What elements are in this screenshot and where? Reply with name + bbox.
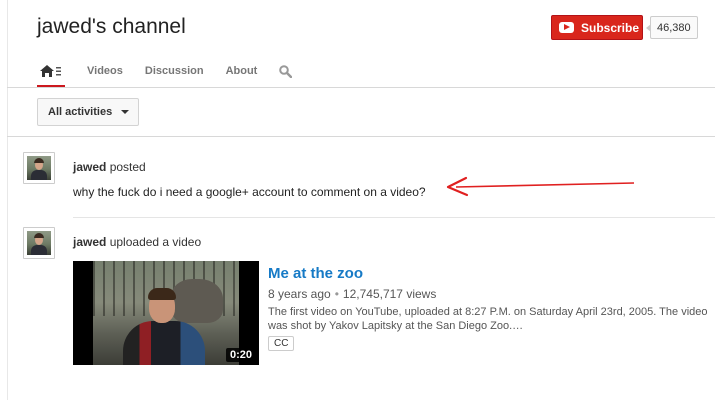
left-border [7, 0, 8, 400]
arrow-annotation-icon [446, 176, 635, 197]
video-thumbnail[interactable]: 0:20 [73, 261, 259, 365]
activities-filter-dropdown[interactable]: All activities [37, 98, 139, 126]
tab-search[interactable] [279, 65, 293, 83]
feed-item-divider [73, 217, 715, 218]
filter-divider [7, 136, 715, 137]
post-author-link[interactable]: jawed [73, 160, 106, 174]
thumbnail-image [93, 261, 239, 365]
tab-discussion[interactable]: Discussion [145, 65, 204, 77]
activities-filter-label: All activities [48, 106, 113, 118]
post-header: jawed posted [73, 160, 146, 174]
avatar-image [27, 156, 51, 180]
meta-separator: • [334, 287, 339, 301]
avatar[interactable] [23, 227, 55, 259]
search-icon [279, 65, 293, 79]
upload-action: uploaded a video [109, 235, 202, 249]
video-views: 12,745,717 views [342, 287, 437, 301]
subscribe-label: Subscribe [581, 20, 640, 35]
channel-tabs: Videos Discussion About [37, 62, 293, 88]
video-description: The first video on YouTube, uploaded at … [268, 306, 708, 332]
avatar-image [27, 231, 51, 255]
tab-about[interactable]: About [226, 65, 258, 77]
youtube-logo-icon [559, 22, 574, 33]
video-duration: 0:20 [225, 348, 256, 362]
video-title-link[interactable]: Me at the zoo [268, 265, 363, 282]
caret-down-icon [121, 110, 130, 114]
tab-home[interactable] [37, 62, 65, 88]
post-action: posted [109, 160, 146, 174]
video-age: 8 years ago [268, 287, 331, 301]
tab-videos[interactable]: Videos [87, 65, 123, 77]
header-divider [7, 87, 715, 88]
upload-author-link[interactable]: jawed [73, 235, 106, 249]
video-meta: 8 years ago • 12,745,717 views [268, 287, 436, 301]
upload-header: jawed uploaded a video [73, 235, 201, 249]
post-text: why the fuck do i need a google+ account… [73, 185, 426, 199]
subscriber-count: 46,380 [646, 16, 698, 39]
cc-badge: CC [268, 336, 295, 351]
avatar[interactable] [23, 152, 55, 184]
subscribe-group: Subscribe 46,380 [551, 15, 698, 40]
subscribe-button[interactable]: Subscribe [551, 15, 643, 40]
channel-title: jawed's channel [37, 15, 186, 38]
home-icon [40, 65, 61, 77]
